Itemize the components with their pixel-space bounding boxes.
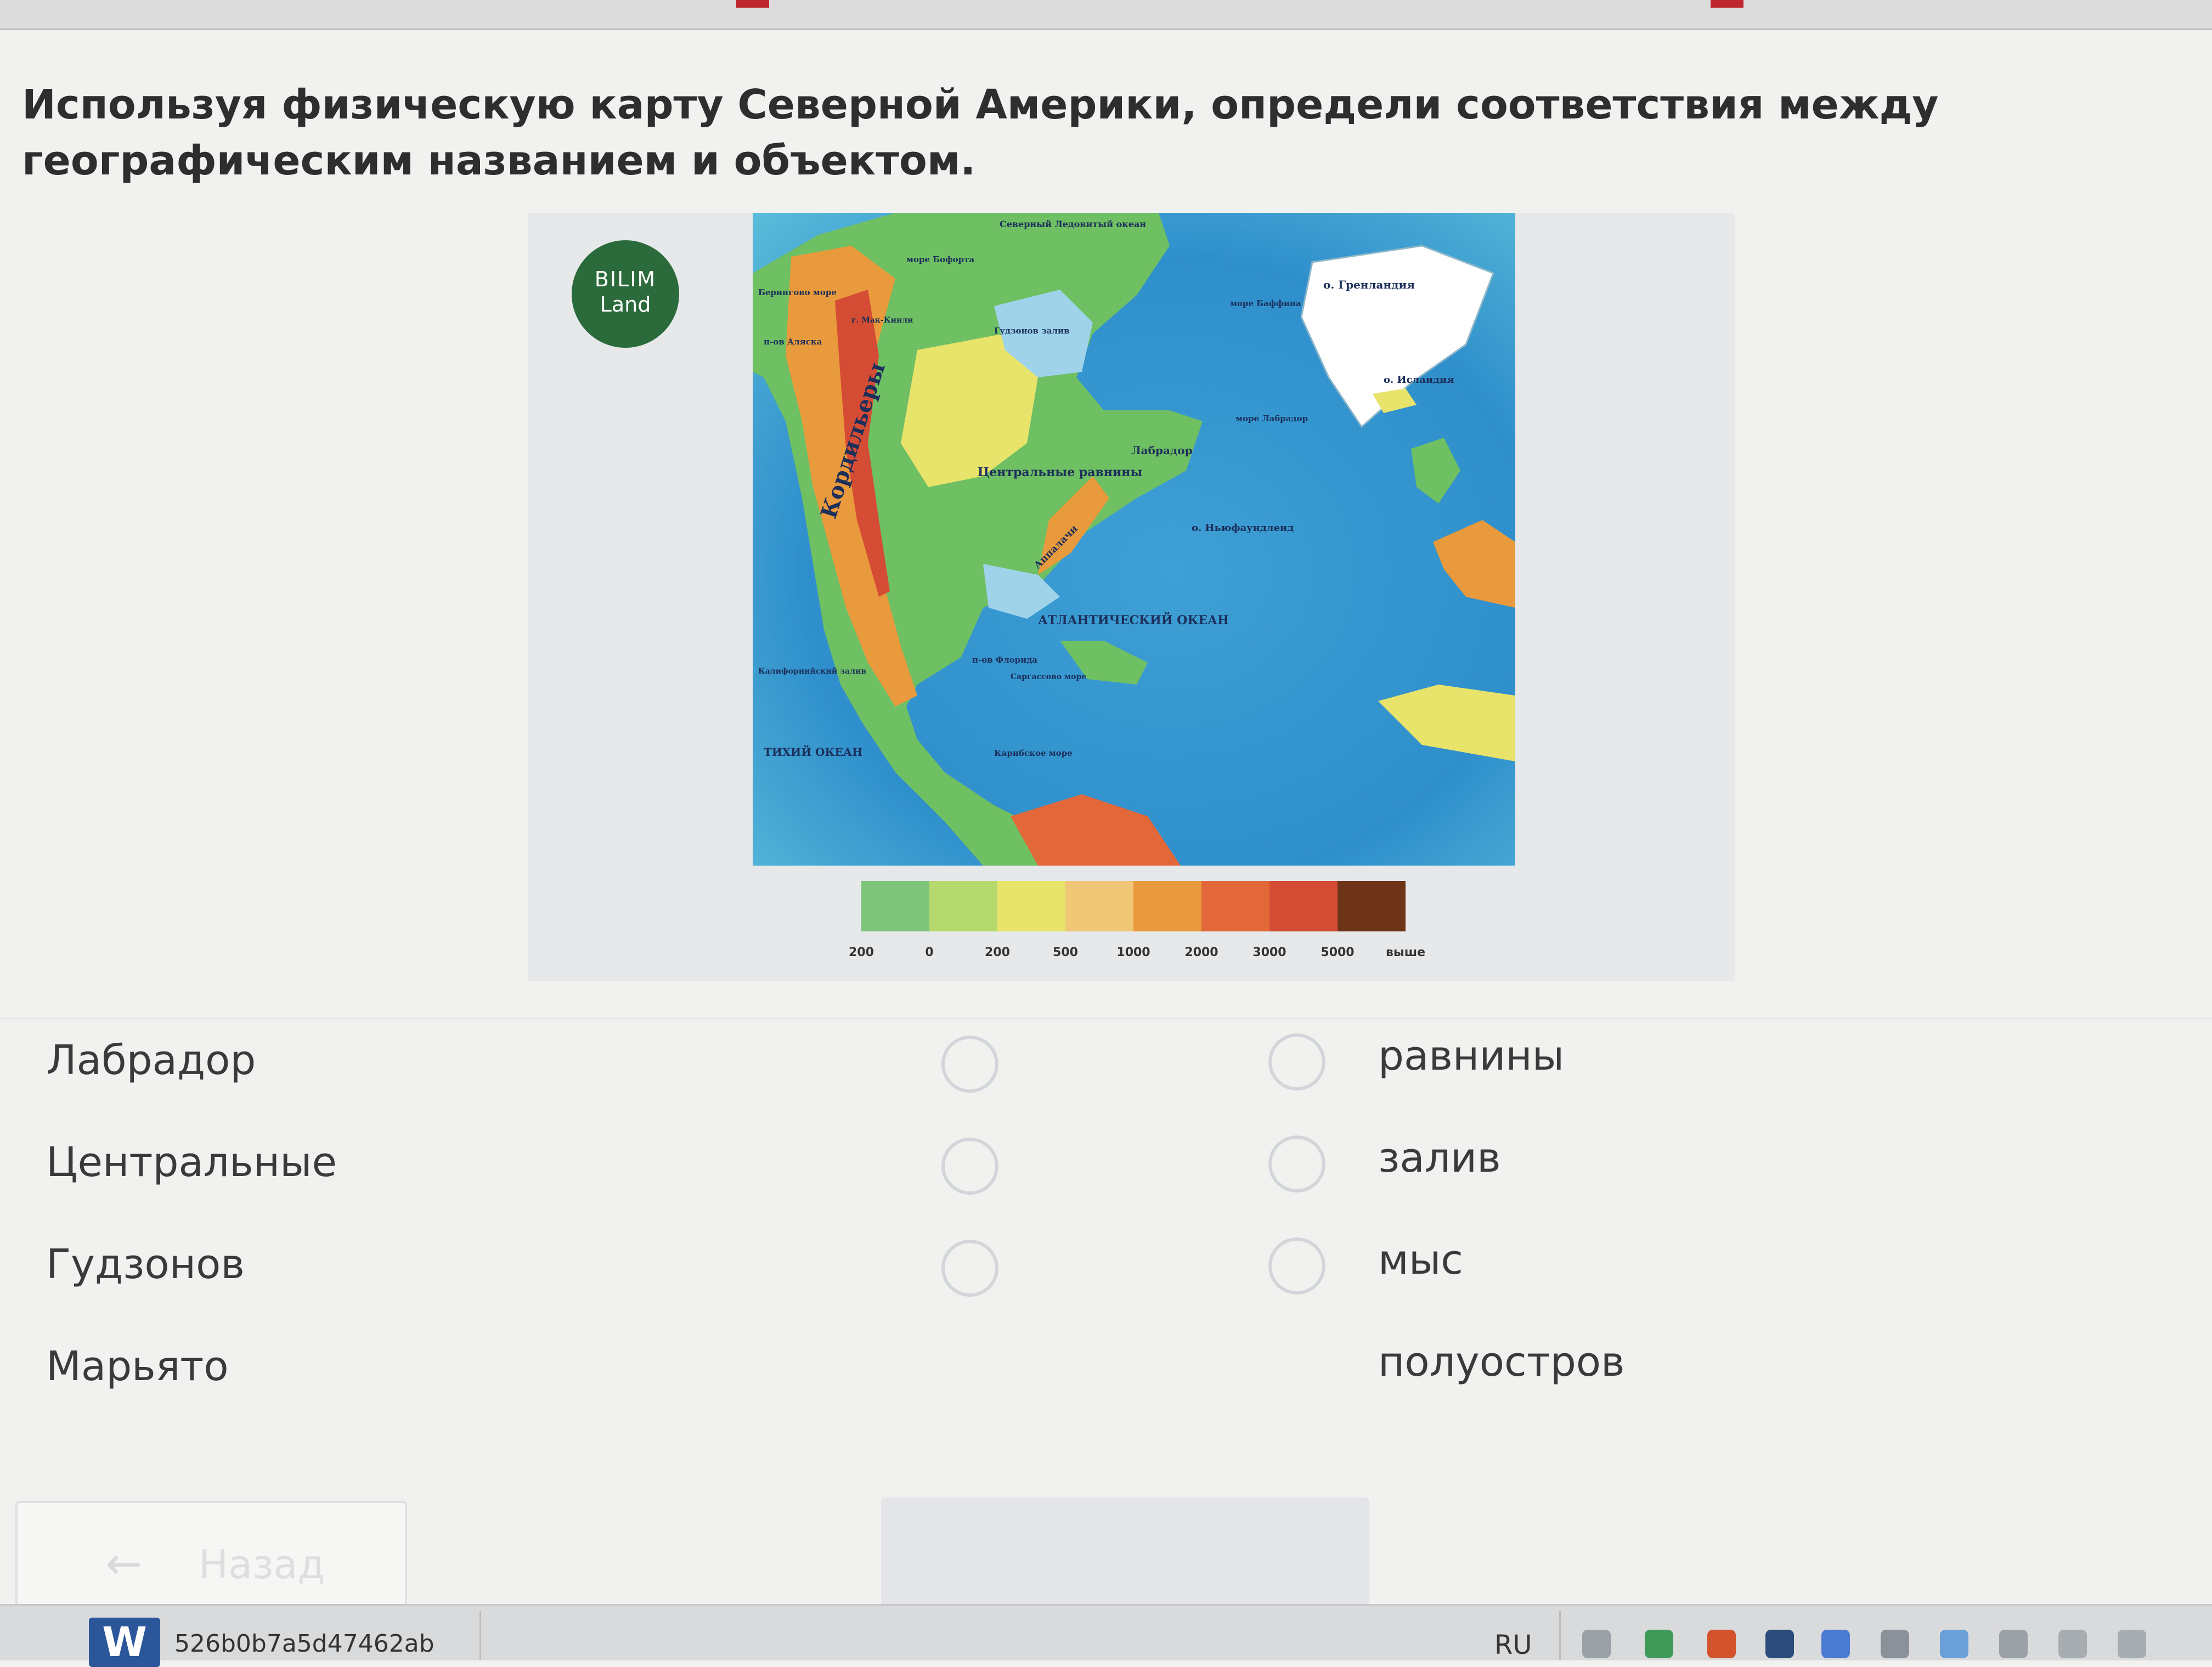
map-label-beaufort-sea: море Бофорта: [906, 255, 974, 264]
legend-swatch: [1133, 881, 1201, 931]
map-label-sargasso: Саргассово море: [1011, 673, 1086, 681]
legend-swatch: [997, 881, 1065, 931]
taskbar-divider: [1559, 1611, 1561, 1660]
red-tab-mark: [1711, 0, 1743, 8]
map-label-caribbean: Карибское море: [994, 748, 1073, 758]
battery-icon[interactable]: [2058, 1630, 2087, 1658]
map-label-pacific: ТИХИЙ ОКЕАН: [764, 744, 862, 759]
windows-taskbar: W 526b0b7a5d47462ab RU: [0, 1604, 2212, 1667]
left-connector-dot[interactable]: [941, 1138, 998, 1195]
right-connector-dot[interactable]: [1268, 1135, 1325, 1193]
legend-label: выше: [1385, 946, 1426, 959]
right-item: мыс: [1378, 1236, 1463, 1284]
left-item: Гудзонов: [46, 1241, 245, 1288]
legend-label: 2000: [1184, 946, 1218, 959]
map-label-iceland: о. Исландия: [1384, 374, 1454, 386]
user-icon[interactable]: [1582, 1630, 1611, 1658]
back-button-label: Назад: [199, 1541, 325, 1587]
bluetooth-icon[interactable]: [1821, 1630, 1850, 1658]
taskbar-document-name[interactable]: 526b0b7a5d47462ab: [174, 1630, 435, 1658]
map-label-baffin-sea: море Баффина: [1230, 298, 1301, 308]
right-item: залив: [1378, 1134, 1501, 1182]
shield-icon[interactable]: [1645, 1630, 1673, 1658]
map-label-newfoundland: о. Ньюфаундленд: [1192, 522, 1294, 534]
right-connector-dot[interactable]: [1268, 1033, 1325, 1090]
logo-line-2: Land: [600, 292, 651, 317]
legend-swatch: [1338, 881, 1406, 931]
app-icon[interactable]: [1765, 1630, 1794, 1658]
map-label-labrador-sea: море Лабрадор: [1235, 414, 1308, 423]
flag-icon[interactable]: [1999, 1630, 2028, 1658]
left-item: Марьято: [46, 1343, 229, 1390]
right-connector-dot[interactable]: [1268, 1237, 1325, 1295]
map-label-atlantic: АТЛАНТИЧЕСКИЙ ОКЕАН: [1038, 612, 1229, 628]
elevation-legend: 200 0 200 500 1000 2000 3000 5000 выше: [849, 881, 1425, 959]
map-label-hudson-bay: Гудзонов залив: [994, 326, 1070, 336]
right-item: равнины: [1378, 1032, 1565, 1080]
map-label-bering-sea: Берингово море: [758, 287, 837, 297]
map-label-alaska: п-ов Аляска: [764, 337, 822, 347]
taskbar-divider: [479, 1611, 481, 1660]
red-tab-mark: [736, 0, 769, 8]
cloud-icon[interactable]: [1940, 1630, 1968, 1658]
map-label-greenland: о. Гренландия: [1323, 278, 1415, 291]
volume-icon[interactable]: [2118, 1630, 2146, 1658]
map-label-central-plains: Центральные равнины: [978, 465, 1142, 479]
legend-swatch: [1269, 881, 1338, 931]
legend-label: 0: [925, 946, 934, 959]
legend-label: 3000: [1252, 946, 1286, 959]
language-indicator[interactable]: RU: [1494, 1630, 1532, 1660]
map-label-mckinley: г. Мак-Кинли: [851, 316, 913, 325]
legend-label: 5000: [1321, 946, 1355, 959]
map-label-labrador: Лабрадор: [1131, 444, 1193, 457]
legend-swatch: [929, 881, 997, 931]
legend-swatch: [1201, 881, 1269, 931]
left-connector-dot[interactable]: [941, 1036, 998, 1093]
logo-line-1: BILIM: [594, 267, 657, 291]
left-item: Центральные: [46, 1139, 337, 1186]
map-panel: BILIM Land Северный Ледовитый океан о. Г…: [528, 213, 1735, 981]
legend-label: 200: [849, 946, 874, 959]
map-label-arctic: Северный Ледовитый океан: [1000, 219, 1146, 229]
legend-label: 500: [1053, 946, 1078, 959]
legend-swatch: [1065, 881, 1133, 931]
separator: [0, 1018, 2212, 1019]
arrow-left-icon: ←: [105, 1538, 143, 1589]
left-connector-dot[interactable]: [941, 1240, 998, 1297]
right-item: полуостров: [1378, 1338, 1625, 1386]
legend-swatch: [861, 881, 929, 931]
north-america-physical-map: Северный Ледовитый океан о. Гренландия о…: [753, 213, 1515, 866]
next-button[interactable]: [881, 1498, 1369, 1613]
network-icon[interactable]: [1881, 1630, 1909, 1658]
browser-top-bar: [0, 0, 2212, 30]
bilimland-logo: BILIM Land: [572, 240, 679, 348]
word-icon[interactable]: W: [89, 1618, 160, 1667]
legend-label: 200: [985, 946, 1010, 959]
left-item: Лабрадор: [46, 1037, 256, 1084]
map-label-gulf-california: Калифорнийский залив: [758, 666, 866, 676]
legend-label: 1000: [1116, 946, 1150, 959]
map-label-florida: п-ов Флорида: [972, 655, 1037, 665]
question-text: Используя физическую карту Северной Амер…: [22, 81, 1939, 184]
browser-icon[interactable]: [1707, 1630, 1736, 1658]
